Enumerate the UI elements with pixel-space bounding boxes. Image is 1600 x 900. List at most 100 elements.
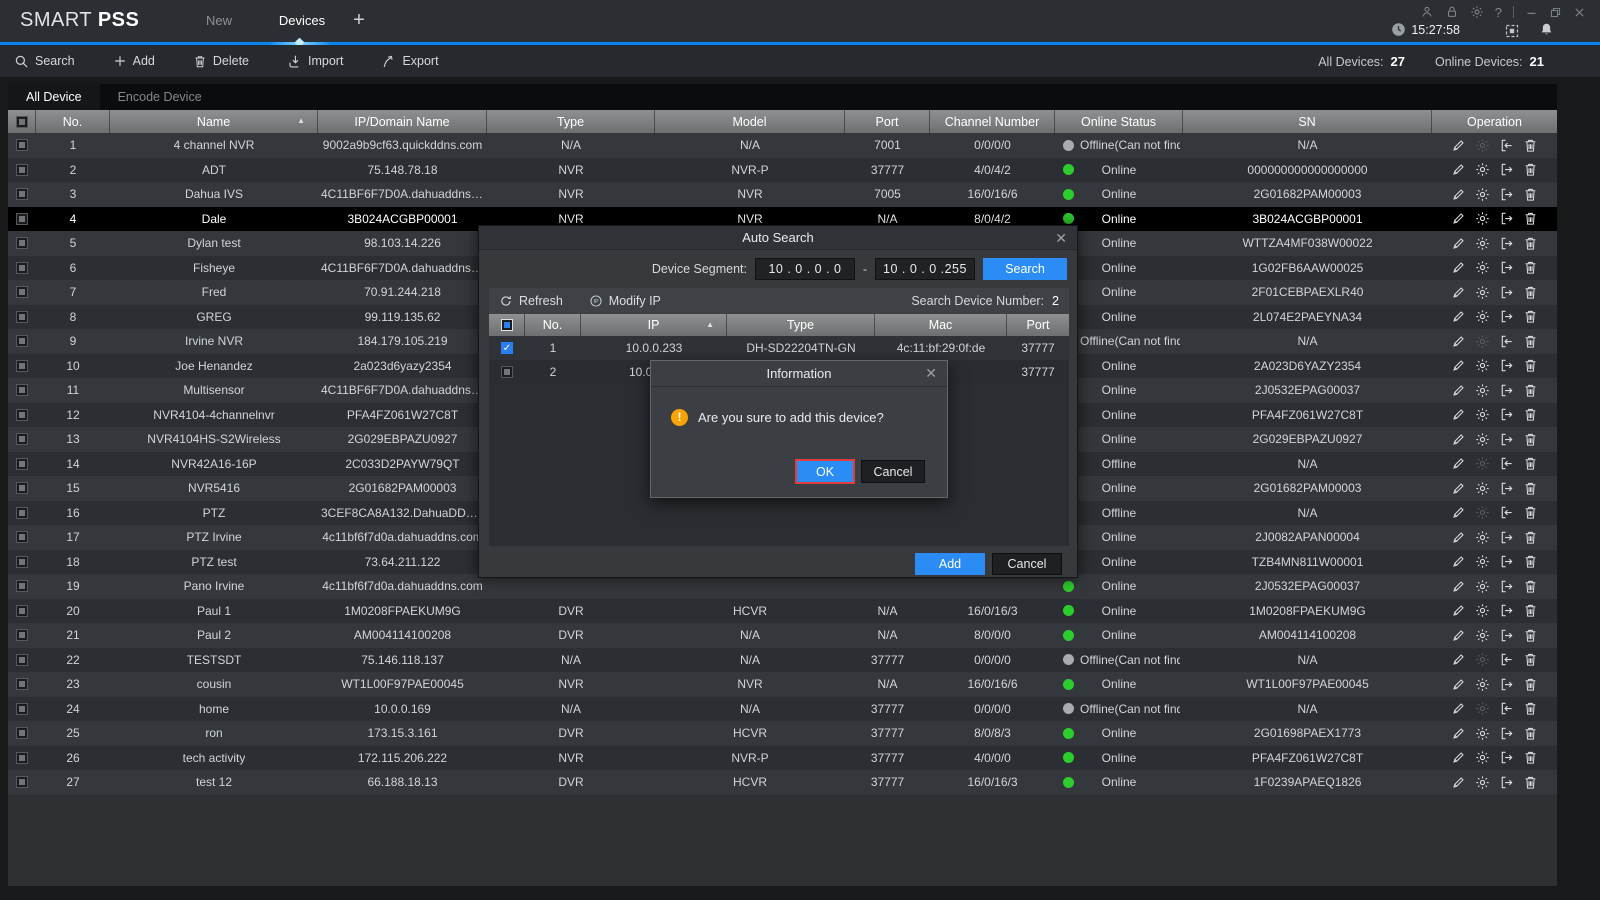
edit-icon[interactable] xyxy=(1451,309,1466,324)
column-header[interactable]: Channel Number xyxy=(930,110,1055,133)
table-row[interactable]: 14 channel NVR9002a9b9cf63.quickddns.com… xyxy=(8,133,1557,158)
refresh-button[interactable]: Refresh xyxy=(499,294,563,308)
delete-icon[interactable] xyxy=(1523,579,1538,594)
screen-wall-icon[interactable] xyxy=(1504,23,1520,39)
table-row[interactable]: 26tech activity172.115.206.222NVRNVR-P37… xyxy=(8,746,1557,771)
segment-search-button[interactable]: Search xyxy=(983,258,1067,280)
logout-icon[interactable] xyxy=(1499,383,1514,398)
config-icon[interactable] xyxy=(1475,726,1490,741)
subtab-encode-device[interactable]: Encode Device xyxy=(100,84,220,110)
column-header[interactable]: IP▲ xyxy=(581,314,727,336)
config-icon[interactable] xyxy=(1475,211,1490,226)
edit-icon[interactable] xyxy=(1451,603,1466,618)
column-header[interactable]: Model xyxy=(655,110,845,133)
close-icon[interactable]: ✕ xyxy=(1055,226,1067,250)
config-icon[interactable] xyxy=(1475,138,1490,153)
row-checkbox[interactable] xyxy=(16,776,28,788)
config-icon[interactable] xyxy=(1475,775,1490,790)
lock-icon[interactable] xyxy=(1445,5,1459,19)
edit-icon[interactable] xyxy=(1451,407,1466,422)
edit-icon[interactable] xyxy=(1451,260,1466,275)
delete-icon[interactable] xyxy=(1523,554,1538,569)
sort-asc-icon[interactable]: ▲ xyxy=(297,117,305,125)
help-icon[interactable]: ? xyxy=(1495,5,1502,20)
delete-icon[interactable] xyxy=(1523,456,1538,471)
edit-icon[interactable] xyxy=(1451,334,1466,349)
config-icon[interactable] xyxy=(1475,652,1490,667)
logout-icon[interactable] xyxy=(1499,236,1514,251)
column-header[interactable]: Type xyxy=(487,110,655,133)
edit-icon[interactable] xyxy=(1451,750,1466,765)
row-checkbox[interactable] xyxy=(16,335,28,347)
row-checkbox[interactable] xyxy=(16,409,28,421)
user-icon[interactable] xyxy=(1420,5,1434,19)
logout-icon[interactable] xyxy=(1499,628,1514,643)
minimize-icon[interactable] xyxy=(1525,6,1538,19)
auto-search-row[interactable]: ✓110.0.0.233DH-SD22204TN-GN4c:11:bf:29:0… xyxy=(489,336,1069,360)
search-button[interactable]: Search xyxy=(14,54,75,69)
logout-icon[interactable] xyxy=(1499,579,1514,594)
delete-icon[interactable] xyxy=(1523,628,1538,643)
config-icon[interactable] xyxy=(1475,677,1490,692)
logout-icon[interactable] xyxy=(1499,162,1514,177)
row-checkbox[interactable] xyxy=(501,366,513,378)
row-checkbox[interactable] xyxy=(16,678,28,690)
config-icon[interactable] xyxy=(1475,407,1490,422)
delete-icon[interactable] xyxy=(1523,358,1538,373)
column-header[interactable]: Port xyxy=(1007,314,1069,336)
row-checkbox[interactable] xyxy=(16,311,28,323)
edit-icon[interactable] xyxy=(1451,187,1466,202)
table-row[interactable]: 2ADT75.148.78.18NVRNVR-P377774/0/4/2Onli… xyxy=(8,158,1557,183)
config-icon[interactable] xyxy=(1475,554,1490,569)
edit-icon[interactable] xyxy=(1451,701,1466,716)
delete-icon[interactable] xyxy=(1523,652,1538,667)
add-device-button[interactable]: Add xyxy=(915,553,985,575)
logout-icon[interactable] xyxy=(1499,554,1514,569)
edit-icon[interactable] xyxy=(1451,775,1466,790)
logout-icon[interactable] xyxy=(1499,407,1514,422)
table-row[interactable]: 24home10.0.0.169N/AN/A377770/0/0/0Offlin… xyxy=(8,697,1557,722)
column-header[interactable]: Port xyxy=(845,110,930,133)
config-icon[interactable] xyxy=(1475,309,1490,324)
new-tab-button[interactable]: + xyxy=(348,10,370,32)
config-icon[interactable] xyxy=(1475,701,1490,716)
column-header[interactable]: Operation xyxy=(1432,110,1557,133)
logout-icon[interactable] xyxy=(1499,432,1514,447)
logout-icon[interactable] xyxy=(1499,211,1514,226)
table-row[interactable]: 27test 1266.188.18.13DVRHCVR3777716/0/16… xyxy=(8,770,1557,795)
tab-devices[interactable]: Devices xyxy=(272,0,332,42)
login-icon[interactable] xyxy=(1499,334,1514,349)
login-icon[interactable] xyxy=(1499,138,1514,153)
add-button[interactable]: Add xyxy=(113,54,155,68)
delete-icon[interactable] xyxy=(1523,775,1538,790)
config-icon[interactable] xyxy=(1475,383,1490,398)
config-icon[interactable] xyxy=(1475,358,1490,373)
config-icon[interactable] xyxy=(1475,603,1490,618)
column-header[interactable]: No. xyxy=(525,314,581,336)
bell-icon[interactable] xyxy=(1539,22,1554,37)
table-row[interactable]: 21Paul 2AM004114100208DVRN/AN/A8/0/0/0On… xyxy=(8,623,1557,648)
delete-icon[interactable] xyxy=(1523,432,1538,447)
row-checkbox[interactable] xyxy=(16,727,28,739)
row-checkbox[interactable] xyxy=(16,433,28,445)
sort-asc-icon[interactable]: ▲ xyxy=(706,321,714,329)
row-checkbox[interactable] xyxy=(16,482,28,494)
delete-icon[interactable] xyxy=(1523,187,1538,202)
table-row[interactable]: 3Dahua IVS4C11BF6F7D0A.dahuaddns.comNVRN… xyxy=(8,182,1557,207)
logout-icon[interactable] xyxy=(1499,260,1514,275)
edit-icon[interactable] xyxy=(1451,358,1466,373)
column-header[interactable]: Mac xyxy=(875,314,1007,336)
row-checkbox[interactable]: ✓ xyxy=(501,342,513,354)
config-icon[interactable] xyxy=(1475,187,1490,202)
ok-button[interactable]: OK xyxy=(795,459,855,484)
table-row[interactable]: 23cousinWT1L00F97PAE00045NVRNVRN/A16/0/1… xyxy=(8,672,1557,697)
logout-icon[interactable] xyxy=(1499,285,1514,300)
edit-icon[interactable] xyxy=(1451,162,1466,177)
edit-icon[interactable] xyxy=(1451,652,1466,667)
login-icon[interactable] xyxy=(1499,652,1514,667)
edit-icon[interactable] xyxy=(1451,481,1466,496)
config-icon[interactable] xyxy=(1475,579,1490,594)
config-icon[interactable] xyxy=(1475,505,1490,520)
delete-icon[interactable] xyxy=(1523,383,1538,398)
row-checkbox[interactable] xyxy=(16,360,28,372)
